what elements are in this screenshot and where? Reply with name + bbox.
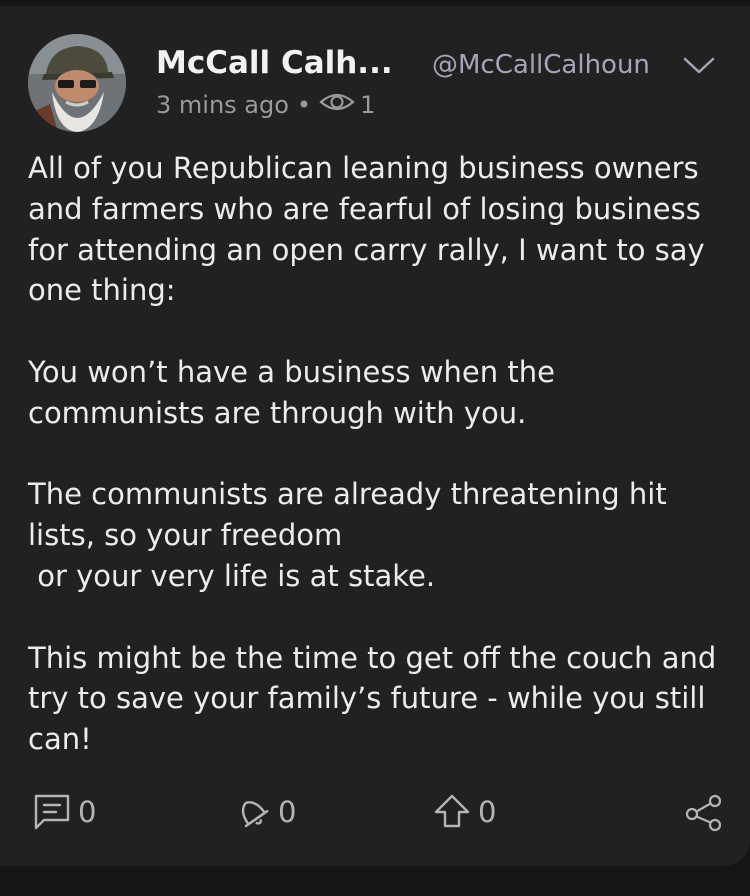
post-paragraph: This might be the time to get off the co… (28, 640, 726, 757)
comment-button[interactable]: 0 (30, 790, 96, 834)
comment-count: 0 (78, 795, 97, 829)
upvote-arrow-icon (430, 790, 474, 834)
view-count: 1 (360, 91, 376, 119)
author-name[interactable]: McCall Calh... (156, 45, 393, 81)
avatar[interactable] (28, 34, 126, 132)
post-card: McCall Calh... @McCallCalhoun 3 mins ago… (0, 6, 750, 866)
meta-separator: • (296, 91, 312, 119)
comment-icon (30, 790, 74, 834)
post-paragraph: The communists are already threatening h… (28, 477, 667, 593)
repost-button[interactable]: 0 (430, 790, 496, 834)
share-button[interactable] (682, 790, 726, 834)
repost-count: 0 (478, 795, 497, 829)
share-icon (682, 790, 726, 834)
post-body: All of you Republican leaning business o… (28, 148, 728, 760)
chevron-down-icon[interactable] (682, 56, 716, 80)
post-meta: 3 mins ago • 1 (156, 90, 375, 120)
like-button[interactable]: 0 (230, 790, 296, 834)
post-paragraph: You won’t have a business when the commu… (28, 354, 565, 430)
author-handle[interactable]: @McCallCalhoun (432, 50, 650, 80)
like-count: 0 (278, 795, 297, 829)
bell-icon (230, 790, 274, 834)
eye-icon (319, 90, 355, 120)
post-paragraph: All of you Republican leaning business o… (28, 151, 714, 308)
avatar-image (28, 34, 126, 132)
post-timestamp: 3 mins ago (156, 91, 289, 119)
action-bar: 0 0 0 (0, 790, 750, 840)
